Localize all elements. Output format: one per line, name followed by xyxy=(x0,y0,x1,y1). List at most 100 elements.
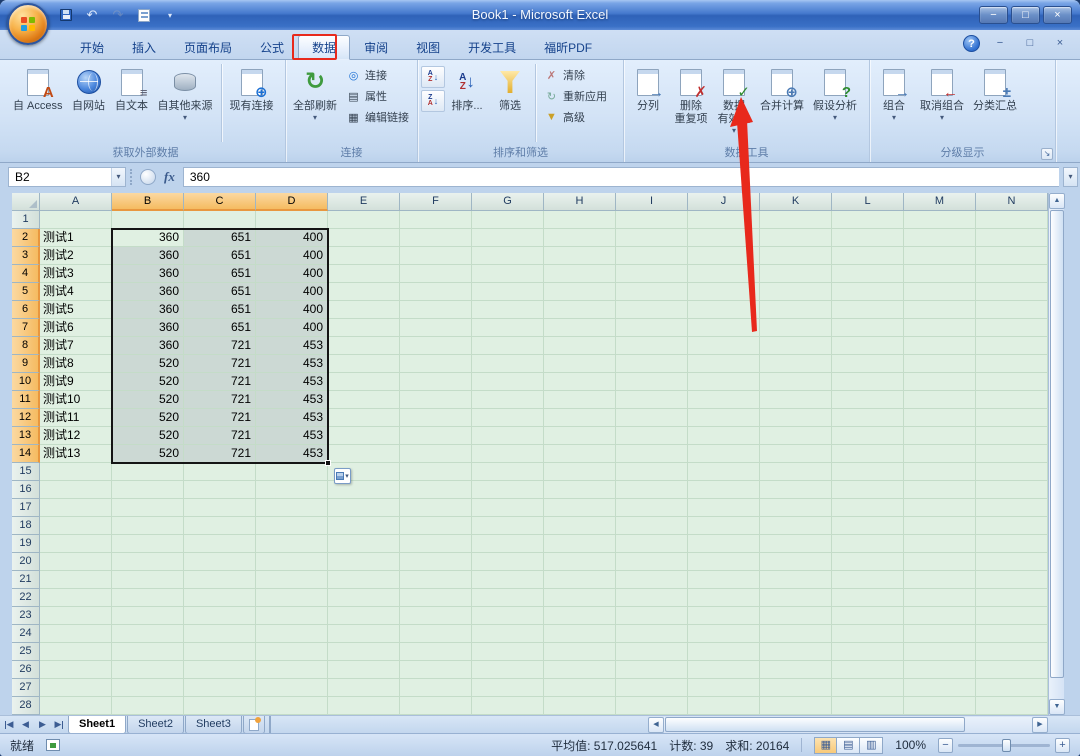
cell-I26[interactable] xyxy=(616,661,688,679)
cell-C19[interactable] xyxy=(184,535,256,553)
next-sheet-button[interactable]: ▶ xyxy=(34,716,51,734)
cell-C3[interactable]: 651 xyxy=(184,247,256,265)
cell-N28[interactable] xyxy=(976,697,1048,715)
cell-K24[interactable] xyxy=(760,625,832,643)
cell-K14[interactable] xyxy=(760,445,832,463)
cell-I18[interactable] xyxy=(616,517,688,535)
cell-A4[interactable]: 测试3 xyxy=(40,265,112,283)
cell-C8[interactable]: 721 xyxy=(184,337,256,355)
cell-J26[interactable] xyxy=(688,661,760,679)
cell-H6[interactable] xyxy=(544,301,616,319)
cell-H20[interactable] xyxy=(544,553,616,571)
row-header-26[interactable]: 26 xyxy=(12,661,40,679)
cell-J21[interactable] xyxy=(688,571,760,589)
cell-A7[interactable]: 测试6 xyxy=(40,319,112,337)
cell-A28[interactable] xyxy=(40,697,112,715)
cell-I3[interactable] xyxy=(616,247,688,265)
cell-N17[interactable] xyxy=(976,499,1048,517)
cell-C6[interactable]: 651 xyxy=(184,301,256,319)
cell-H21[interactable] xyxy=(544,571,616,589)
cell-A8[interactable]: 测试7 xyxy=(40,337,112,355)
cell-E26[interactable] xyxy=(328,661,400,679)
cell-N27[interactable] xyxy=(976,679,1048,697)
cell-J1[interactable] xyxy=(688,211,760,229)
cell-G11[interactable] xyxy=(472,391,544,409)
cell-A1[interactable] xyxy=(40,211,112,229)
cell-H18[interactable] xyxy=(544,517,616,535)
cell-B23[interactable] xyxy=(112,607,184,625)
column-header-I[interactable]: I xyxy=(616,193,688,211)
edit-links-button[interactable]: ▦ 编辑链接 xyxy=(342,108,413,126)
cell-M23[interactable] xyxy=(904,607,976,625)
cell-L11[interactable] xyxy=(832,391,904,409)
tab-foxit-pdf[interactable]: 福昕PDF xyxy=(530,35,606,60)
page-layout-view-button[interactable]: ▤ xyxy=(837,737,860,754)
cell-E5[interactable] xyxy=(328,283,400,301)
normal-view-button[interactable]: ▦ xyxy=(814,737,837,754)
cell-I10[interactable] xyxy=(616,373,688,391)
reapply-button[interactable]: ↻ 重新应用 xyxy=(540,87,611,105)
cell-F12[interactable] xyxy=(400,409,472,427)
cell-H28[interactable] xyxy=(544,697,616,715)
cell-K20[interactable] xyxy=(760,553,832,571)
cell-B15[interactable] xyxy=(112,463,184,481)
cell-F6[interactable] xyxy=(400,301,472,319)
row-header-23[interactable]: 23 xyxy=(12,607,40,625)
cell-N16[interactable] xyxy=(976,481,1048,499)
office-button[interactable] xyxy=(7,3,49,45)
cell-L17[interactable] xyxy=(832,499,904,517)
cell-B28[interactable] xyxy=(112,697,184,715)
cell-H11[interactable] xyxy=(544,391,616,409)
cell-K4[interactable] xyxy=(760,265,832,283)
cell-G6[interactable] xyxy=(472,301,544,319)
tab-data[interactable]: 数据 xyxy=(298,35,350,60)
cell-F9[interactable] xyxy=(400,355,472,373)
scroll-up-button[interactable]: ▲ xyxy=(1049,193,1065,209)
cell-J7[interactable] xyxy=(688,319,760,337)
tab-formulas[interactable]: 公式 xyxy=(246,35,298,60)
cell-N15[interactable] xyxy=(976,463,1048,481)
cell-L27[interactable] xyxy=(832,679,904,697)
cell-B24[interactable] xyxy=(112,625,184,643)
row-header-11[interactable]: 11 xyxy=(12,391,40,409)
cell-M1[interactable] xyxy=(904,211,976,229)
close-button[interactable]: × xyxy=(1043,6,1072,24)
cell-E8[interactable] xyxy=(328,337,400,355)
cell-K25[interactable] xyxy=(760,643,832,661)
cell-C23[interactable] xyxy=(184,607,256,625)
cell-M25[interactable] xyxy=(904,643,976,661)
cell-F20[interactable] xyxy=(400,553,472,571)
cell-H27[interactable] xyxy=(544,679,616,697)
cell-B26[interactable] xyxy=(112,661,184,679)
cell-H4[interactable] xyxy=(544,265,616,283)
cell-D23[interactable] xyxy=(256,607,328,625)
column-header-E[interactable]: E xyxy=(328,193,400,211)
cell-L5[interactable] xyxy=(832,283,904,301)
cell-D6[interactable]: 400 xyxy=(256,301,328,319)
sheet-tab-sheet1[interactable]: Sheet1 xyxy=(68,716,126,734)
cell-I11[interactable] xyxy=(616,391,688,409)
cell-I19[interactable] xyxy=(616,535,688,553)
filter-button[interactable]: 筛选 xyxy=(489,62,531,146)
cell-N5[interactable] xyxy=(976,283,1048,301)
cell-B19[interactable] xyxy=(112,535,184,553)
cell-G8[interactable] xyxy=(472,337,544,355)
cell-C2[interactable]: 651 xyxy=(184,229,256,247)
cell-N25[interactable] xyxy=(976,643,1048,661)
cell-N13[interactable] xyxy=(976,427,1048,445)
tab-home[interactable]: 开始 xyxy=(66,35,118,60)
cell-M13[interactable] xyxy=(904,427,976,445)
cell-G14[interactable] xyxy=(472,445,544,463)
cell-H17[interactable] xyxy=(544,499,616,517)
cell-D10[interactable]: 453 xyxy=(256,373,328,391)
cell-E4[interactable] xyxy=(328,265,400,283)
cell-D26[interactable] xyxy=(256,661,328,679)
cell-D20[interactable] xyxy=(256,553,328,571)
column-header-A[interactable]: A xyxy=(40,193,112,211)
what-if-analysis-button[interactable]: ? 假设分析 ▾ xyxy=(809,62,861,146)
cell-A12[interactable]: 测试11 xyxy=(40,409,112,427)
column-header-K[interactable]: K xyxy=(760,193,832,211)
cell-F18[interactable] xyxy=(400,517,472,535)
cell-H9[interactable] xyxy=(544,355,616,373)
insert-worksheet-button[interactable] xyxy=(243,716,265,734)
